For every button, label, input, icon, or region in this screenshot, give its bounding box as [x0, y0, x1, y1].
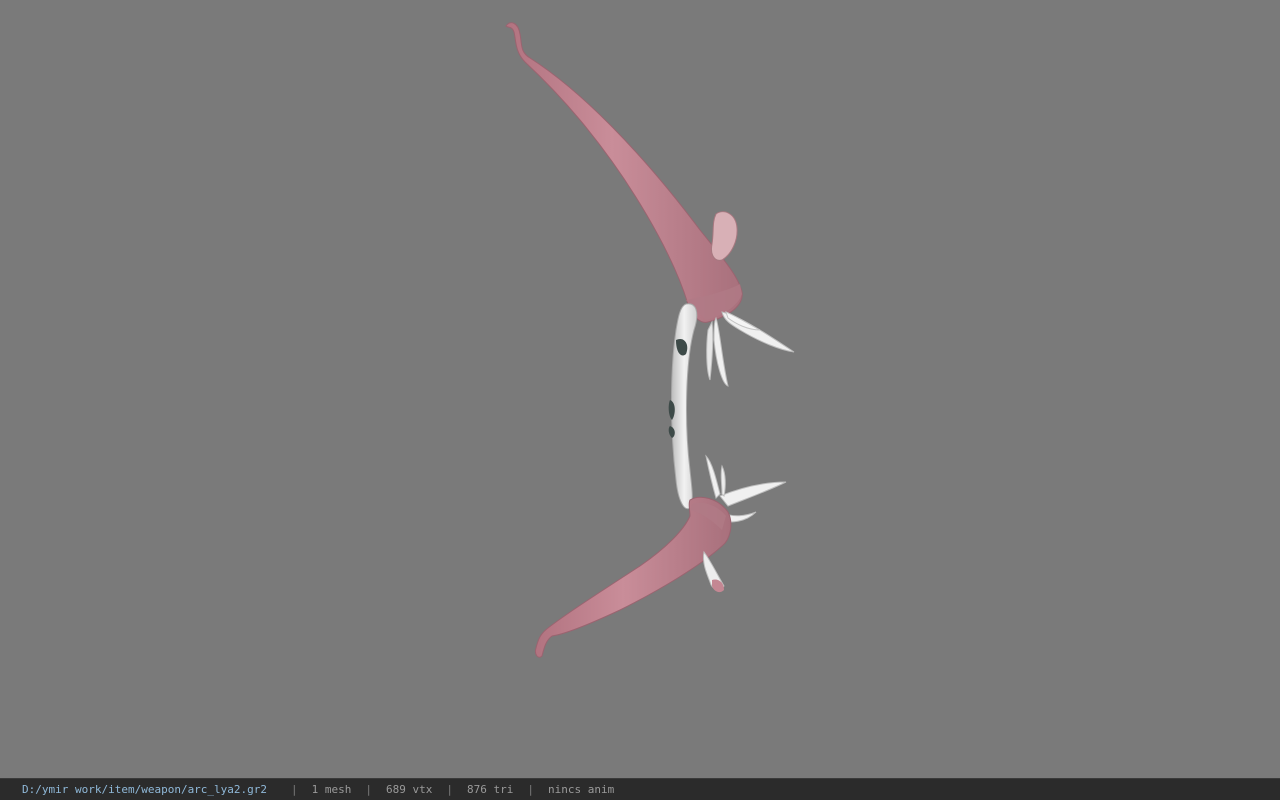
separator: | — [365, 783, 373, 796]
status-bar: D:/ymir work/item/weapon/arc_lya2.gr2 | … — [0, 778, 1280, 800]
lower-limb — [535, 496, 732, 658]
grip — [668, 303, 698, 510]
separator: | — [446, 783, 454, 796]
mesh-count: 1 mesh — [311, 783, 352, 796]
separator: | — [291, 783, 298, 796]
bow-model — [505, 22, 795, 658]
lower-spur — [703, 550, 725, 593]
animation-status: nincs anim — [548, 783, 615, 796]
separator: | — [527, 783, 535, 796]
triangle-count: 876 tri — [467, 783, 514, 796]
upper-prongs — [706, 311, 795, 387]
3d-viewport[interactable] — [0, 0, 1280, 778]
vertex-count: 689 vtx — [386, 783, 433, 796]
file-path: D:/ymir work/item/weapon/arc_lya2.gr2 — [22, 783, 268, 796]
upper-nub — [711, 211, 738, 261]
upper-limb — [505, 22, 743, 323]
